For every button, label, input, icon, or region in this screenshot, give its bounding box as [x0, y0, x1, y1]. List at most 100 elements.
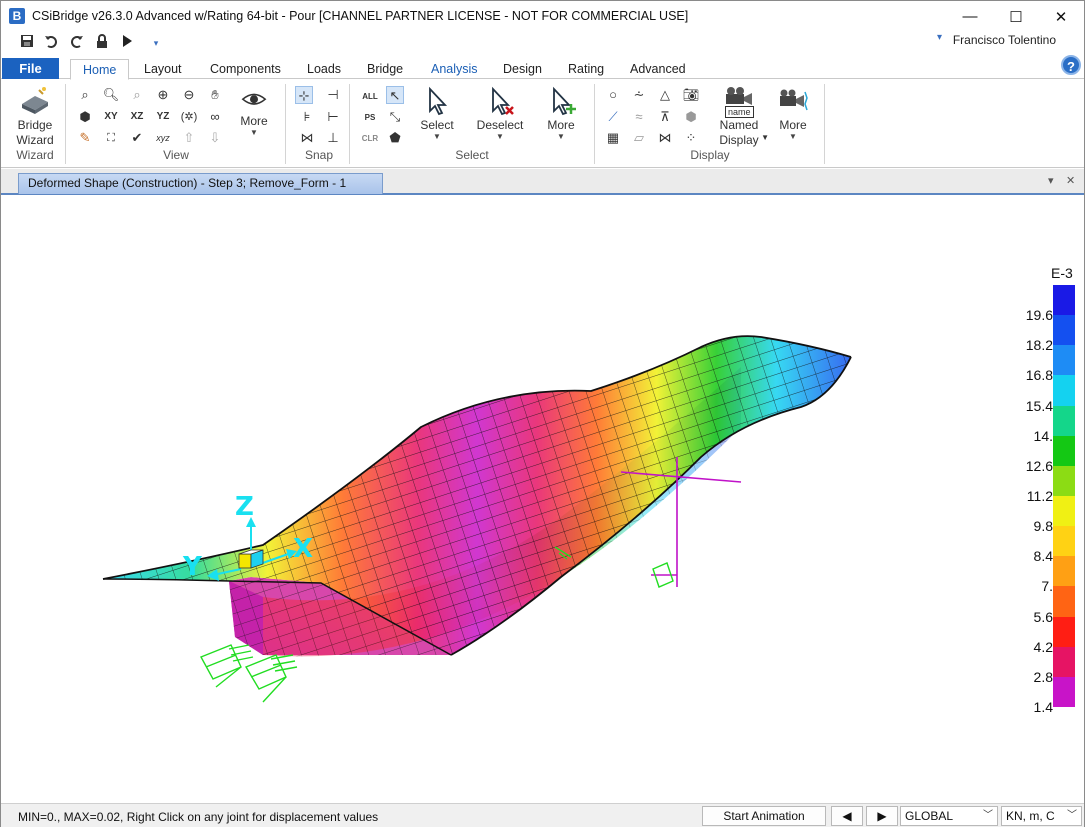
set-display-pencil-icon[interactable]: ✎	[76, 129, 94, 147]
zoom-previous-icon[interactable]: ⌕	[128, 86, 146, 104]
show-solids-icon[interactable]: ⬢	[682, 108, 700, 126]
previous-step-button[interactable]: ◀	[831, 806, 863, 826]
model-view-canvas[interactable]: Z X Y E-3 19.6 18.2 16.8 15.4 14. 12.6 11.2 9.8…	[1, 197, 1084, 803]
select-arrow-icon	[429, 86, 448, 116]
show-grid-points-icon[interactable]: ⁘	[682, 129, 700, 147]
legend-label: 15.4	[1025, 397, 1053, 414]
intersecting-line-select-icon[interactable]: ⤡	[386, 108, 404, 126]
xy-view-button[interactable]: XY	[102, 108, 120, 126]
legend-swatch	[1053, 345, 1075, 376]
move-down-arrow-icon[interactable]: ⇩	[206, 129, 224, 147]
tab-advanced[interactable]: Advanced	[618, 59, 698, 80]
lock-icon[interactable]	[93, 34, 111, 52]
snap-grid-icon[interactable]: ⊥	[324, 129, 342, 147]
coordinate-system-select[interactable]: GLOBAL ﹀	[900, 806, 998, 826]
snap-lines-icon[interactable]: ⋈	[298, 129, 316, 147]
zoom-rubberband-icon[interactable]: 🔍︎	[102, 86, 120, 104]
quick-access-toolbar: ▾ ▾ Francisco Tolentino	[1, 32, 1084, 54]
select-more-button[interactable]: More ▼	[543, 86, 579, 141]
snap-ends-icon[interactable]: ⊣	[324, 86, 342, 104]
xz-view-button[interactable]: XZ	[128, 108, 146, 126]
tab-loads[interactable]: Loads	[295, 59, 353, 80]
shrink-objects-icon[interactable]: ⛶	[102, 129, 120, 147]
csibridge-window: B CSiBridge v26.3.0 Advanced w/Rating 64…	[0, 0, 1085, 827]
camera-photo-icon[interactable]: 📷︎	[682, 86, 700, 104]
tab-list-dropdown-icon[interactable]: ▾	[1048, 174, 1054, 187]
view-more-button[interactable]: More ▼	[237, 88, 271, 137]
group-separator	[594, 84, 595, 164]
redo-icon[interactable]	[67, 34, 85, 52]
next-step-button[interactable]: ▶	[866, 806, 898, 826]
document-tab[interactable]: Deformed Shape (Construction) - Step 3; …	[18, 173, 383, 194]
show-links-icon[interactable]: ⟋	[604, 108, 622, 126]
eye-icon	[241, 93, 267, 105]
show-restraints-icon[interactable]: ⊼	[656, 108, 674, 126]
chevron-down-icon: ﹀	[1067, 810, 1077, 821]
tab-home[interactable]: Home	[70, 59, 130, 80]
get-selection-icon[interactable]: ⬟	[386, 129, 404, 147]
undo-icon[interactable]	[42, 34, 60, 52]
xyz-axes-button[interactable]: xyz	[154, 129, 172, 147]
close-tab-icon[interactable]: ✕	[1066, 174, 1075, 187]
display-more-button[interactable]: More ▼	[775, 86, 811, 141]
group-separator	[824, 84, 825, 164]
zoom-out-icon[interactable]: ⊖	[180, 86, 198, 104]
show-shells-triangle-icon[interactable]: △	[656, 86, 674, 104]
show-joints-circle-icon[interactable]: ○	[604, 86, 622, 104]
named-display-label-1: Named	[719, 118, 759, 132]
clear-selection-button[interactable]: CLR	[361, 130, 379, 148]
show-lanes-icon[interactable]: ⋈	[656, 129, 674, 147]
ribbon-tabs: File Home Layout Components Loads Bridge…	[1, 57, 1084, 80]
zoom-in-icon[interactable]: ⊕	[154, 86, 172, 104]
tab-layout[interactable]: Layout	[132, 59, 194, 80]
deselect-label: Deselect	[476, 118, 524, 132]
run-icon[interactable]	[118, 34, 136, 52]
show-tables-icon[interactable]: ▦	[604, 129, 622, 147]
units-select[interactable]: KN, m, C ﹀	[1001, 806, 1082, 826]
tab-rating[interactable]: Rating	[556, 59, 616, 80]
title-bar: B CSiBridge v26.3.0 Advanced w/Rating 64…	[1, 1, 1084, 32]
group-separator	[285, 84, 286, 164]
legend-label: 11.2	[1026, 488, 1053, 504]
perspective-glasses-icon[interactable]: ∞	[206, 108, 224, 126]
snap-intersections-icon[interactable]: ⊧	[298, 108, 316, 126]
yz-view-button[interactable]: YZ	[154, 108, 172, 126]
user-name[interactable]: Francisco Tolentino	[953, 33, 1056, 47]
group-label-display: Display	[690, 148, 730, 162]
tab-bridge[interactable]: Bridge	[355, 59, 415, 80]
user-dropdown-icon[interactable]: ▾	[937, 32, 942, 43]
close-button[interactable]: ✕	[1038, 1, 1084, 32]
customize-dropdown-icon[interactable]: ▾	[147, 34, 165, 52]
pan-hand-icon[interactable]: ✋︎	[206, 86, 224, 104]
help-icon[interactable]: ?	[1061, 55, 1081, 75]
select-all-button[interactable]: ALL	[361, 88, 379, 106]
snap-perpendicular-icon[interactable]: ⊢	[324, 108, 342, 126]
3d-view-icon[interactable]: ⬢	[76, 108, 94, 126]
pointer-select-icon[interactable]: ↖	[386, 86, 404, 104]
units-value: KN, m, C	[1006, 809, 1055, 823]
select-button[interactable]: Select ▼	[415, 86, 459, 141]
tab-file[interactable]: File	[2, 58, 59, 79]
start-animation-button[interactable]: Start Animation	[702, 806, 826, 826]
chevron-down-icon: ▼	[496, 132, 504, 141]
move-up-arrow-icon[interactable]: ⇧	[180, 129, 198, 147]
tab-analysis[interactable]: Analysis	[419, 59, 490, 80]
tab-components[interactable]: Components	[198, 59, 293, 80]
deselect-button[interactable]: Deselect ▼	[473, 86, 527, 141]
eraser-icon[interactable]: ▱	[630, 129, 648, 147]
named-display-button[interactable]: name Named Display ▼	[711, 86, 769, 148]
zoom-window-icon[interactable]: ⌕	[76, 86, 94, 104]
minimize-button[interactable]: —	[947, 1, 993, 32]
save-icon[interactable]	[18, 34, 36, 52]
snap-points-icon[interactable]: ⊹	[295, 86, 313, 104]
show-tendons-icon[interactable]: ≈	[630, 108, 648, 126]
show-frames-icon[interactable]: ⩪	[630, 86, 648, 104]
maximize-button[interactable]: ☐	[993, 1, 1039, 32]
bridge-wizard-button[interactable]: Bridge Wizard	[9, 86, 61, 148]
tab-design[interactable]: Design	[491, 59, 554, 80]
legend-label: 12.6	[1025, 457, 1053, 474]
rotate-view-icon[interactable]: (✲)	[180, 108, 198, 126]
select-add-arrow-icon	[553, 86, 576, 116]
previous-selection-button[interactable]: PS	[361, 109, 379, 127]
refresh-view-check-icon[interactable]: ✔	[128, 129, 146, 147]
